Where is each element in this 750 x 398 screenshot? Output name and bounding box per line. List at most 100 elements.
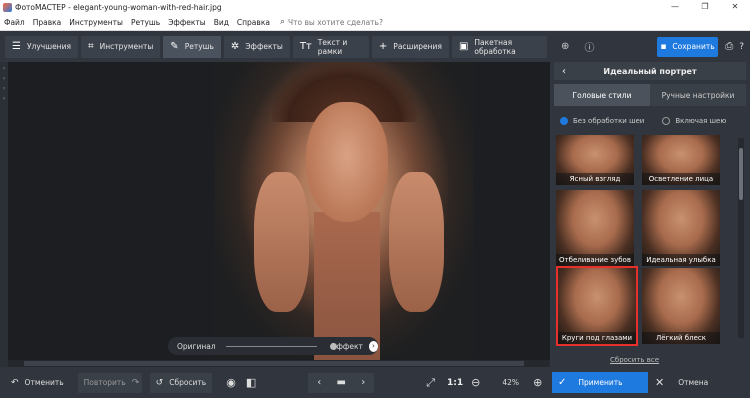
tab-manual-settings[interactable]: Ручные настройки: [650, 84, 746, 106]
preview-eye-icon[interactable]: ◉: [226, 376, 236, 389]
reset-all-link[interactable]: Сбросить все: [610, 356, 659, 364]
tab-enhancements[interactable]: ☰ Улучшения: [5, 35, 78, 58]
tab-label: Улучшения: [26, 42, 71, 51]
panel-header: ‹ Идеальный портрет: [554, 62, 746, 80]
magic-wand-icon: ✲: [230, 41, 240, 52]
menu-file[interactable]: Файл: [0, 18, 29, 27]
menu-tools[interactable]: Инструменты: [65, 18, 127, 27]
preset-grid: Ясный взгляд Осветление лица Отбеливание…: [556, 135, 722, 349]
close-icon: ✕: [655, 376, 665, 389]
tab-effects[interactable]: ✲ Эффекты: [223, 35, 290, 58]
cancel-label: Отмена: [678, 378, 709, 387]
menu-effects[interactable]: Эффекты: [164, 18, 210, 27]
next-image-icon[interactable]: ›: [352, 377, 374, 388]
menu-help[interactable]: Справка: [233, 18, 274, 27]
tab-label: Ретушь: [184, 42, 214, 51]
image-canvas[interactable]: [8, 62, 550, 362]
close-button[interactable]: ✕: [720, 0, 750, 14]
menu-retouch[interactable]: Ретушь: [127, 18, 164, 27]
crop-icon: ⌗: [87, 41, 94, 52]
ratio-1-1-button[interactable]: 1:1: [447, 378, 463, 388]
preset-face-lighten[interactable]: Осветление лица: [642, 135, 720, 185]
minimize-button[interactable]: —: [660, 0, 690, 14]
radio-label: Без обработки шеи: [573, 117, 645, 125]
menu-view[interactable]: Вид: [210, 18, 233, 27]
portrait-photo: [214, 62, 474, 362]
photo-left-hand: [254, 172, 309, 312]
compare-knob[interactable]: [329, 342, 337, 350]
fit-screen-icon[interactable]: ⤢: [426, 376, 435, 390]
preset-under-eye-circles[interactable]: Круги под глазами: [556, 266, 638, 346]
preset-perfect-smile[interactable]: Идеальная улыбка: [642, 190, 720, 266]
history-add-icon[interactable]: ⊕: [556, 37, 574, 57]
zoom-in-icon[interactable]: ⊕: [533, 376, 542, 389]
preset-label: Идеальная улыбка: [642, 254, 720, 266]
left-side-arrows[interactable]: › › › ›: [0, 64, 8, 104]
apply-button[interactable]: ✓ Применить: [552, 372, 648, 393]
compare-track[interactable]: [225, 342, 337, 350]
main-toolbar: ☰ Улучшения ⌗ Инструменты ✎ Ретушь ✲ Эффекты…: [0, 31, 550, 62]
prev-image-icon[interactable]: ‹: [308, 377, 330, 388]
text-icon: Tт: [299, 41, 312, 52]
undo-button[interactable]: ↶ Отменить: [5, 373, 70, 393]
zoom-out-icon[interactable]: ⊖: [471, 376, 480, 389]
preset-scroll-thumb[interactable]: [739, 148, 743, 200]
tab-tools[interactable]: ⌗ Инструменты: [80, 35, 161, 58]
image-navigation: ‹ ▬ ›: [308, 372, 375, 393]
reset-label: Сбросить: [169, 378, 207, 387]
print-icon[interactable]: ⎙: [725, 41, 733, 52]
radio-without-neck[interactable]: Без обработки шеи: [560, 117, 644, 125]
compare-arrow-icon[interactable]: ›: [368, 340, 378, 352]
brush-icon: ✎: [170, 41, 179, 52]
floppy-icon: ▪: [660, 41, 667, 52]
tab-label: Инструменты: [99, 42, 154, 51]
panel-title: Идеальный портрет: [603, 66, 697, 76]
split-view-icon[interactable]: ◧: [246, 376, 256, 389]
plus-icon: +: [378, 41, 388, 52]
tab-label: Пакетная обработка: [474, 37, 516, 56]
tab-batch[interactable]: ▣ Пакетная обработка: [451, 35, 547, 58]
window-title: ФотоМАСТЕР - elegant-young-woman-with-re…: [15, 2, 222, 12]
apply-label: Применить: [578, 378, 623, 387]
tab-extensions[interactable]: + Расширения: [371, 35, 449, 58]
menu-edit[interactable]: Правка: [29, 18, 66, 27]
search-input[interactable]: [288, 17, 408, 27]
tab-retouch[interactable]: ✎ Ретушь: [163, 35, 221, 58]
radio-dot: [560, 117, 568, 125]
canvas-scroll-thumb[interactable]: [24, 361, 524, 366]
menu-bar: Файл Правка Инструменты Ретушь Эффекты В…: [0, 14, 750, 31]
tab-label: Текст и рамки: [317, 37, 348, 56]
preset-clear-look[interactable]: Ясный взгляд: [556, 135, 634, 185]
tab-label: Эффекты: [245, 42, 283, 51]
history-info-icon[interactable]: ⓘ: [580, 37, 598, 57]
compare-slider[interactable]: Оригинал Эффект ›: [168, 337, 378, 355]
checkmark-icon: ✓: [558, 377, 567, 388]
tab-label: Расширения: [393, 42, 442, 51]
zoom-level: 42%: [502, 378, 520, 387]
preset-label: Ясный взгляд: [556, 173, 634, 185]
preset-label: Отбеливание зубов: [556, 254, 634, 266]
maximize-button[interactable]: ❐: [690, 0, 720, 14]
tab-presets[interactable]: Головые стили: [554, 84, 650, 106]
redo-button[interactable]: Повторить ↷: [77, 372, 142, 393]
tab-text-frames[interactable]: Tт Текст и рамки: [292, 35, 369, 58]
reset-button[interactable]: ↺ Сбросить: [149, 372, 213, 393]
save-button[interactable]: ▪ Сохранить: [656, 36, 719, 57]
app-icon: [3, 2, 12, 12]
redo-label: Повторить: [83, 378, 126, 387]
photo-right-hand: [389, 172, 444, 312]
undo-icon: ↶: [11, 377, 19, 388]
folder-icon[interactable]: ▬: [330, 377, 352, 388]
radio-dot: [662, 117, 671, 125]
back-arrow-icon[interactable]: ‹: [562, 66, 566, 77]
help-icon[interactable]: ?: [739, 42, 744, 52]
preset-light-shine[interactable]: Лёгкий блеск: [642, 268, 720, 344]
cancel-button[interactable]: ✕ Отмена: [650, 372, 746, 393]
radio-with-neck[interactable]: Включая шею: [662, 117, 726, 125]
sliders-icon: ☰: [12, 41, 21, 52]
radio-label: Включая шею: [675, 117, 727, 125]
image-stack-icon: ▣: [458, 41, 469, 52]
preset-label: Круги под глазами: [558, 332, 636, 344]
preset-teeth-whitening[interactable]: Отбеливание зубов: [556, 190, 634, 266]
save-label: Сохранить: [672, 42, 715, 51]
